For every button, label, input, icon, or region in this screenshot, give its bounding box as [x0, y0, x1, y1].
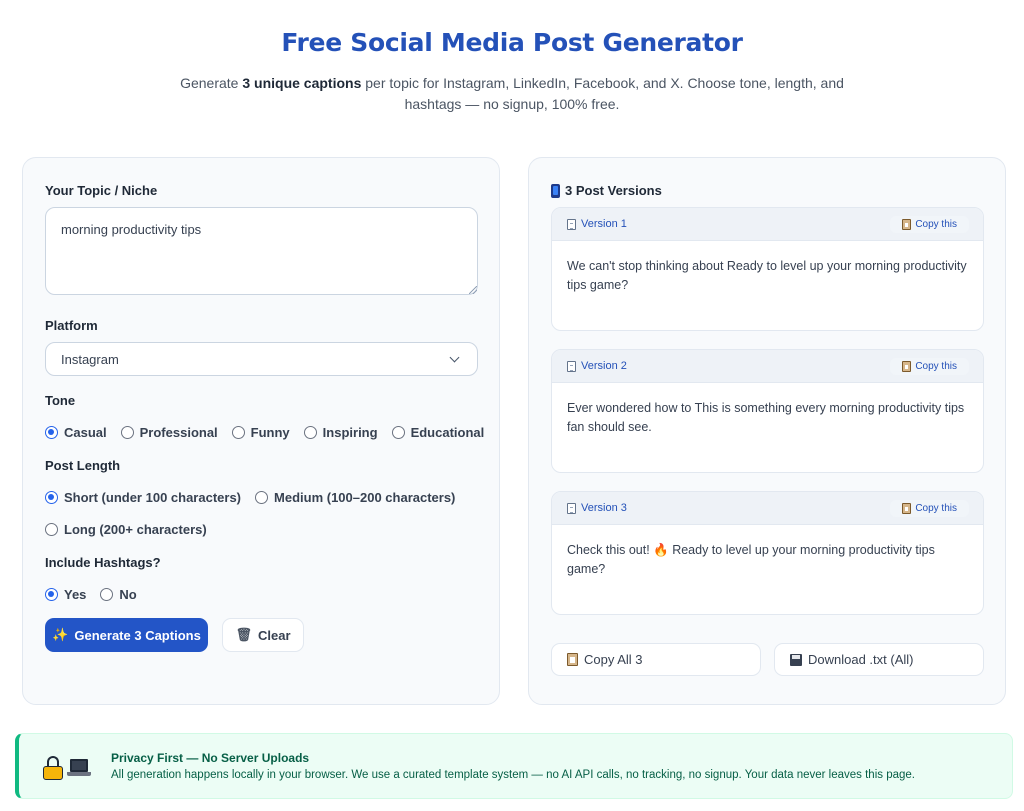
platform-selected-value: Instagram — [61, 351, 119, 367]
length-option-medium[interactable]: Medium (100–200 characters) — [255, 490, 455, 505]
tone-option-label: Inspiring — [322, 425, 378, 440]
download-label: Download .txt (All) — [808, 652, 914, 667]
document-icon — [567, 218, 576, 230]
version-text: Ever wondered how to This is something e… — [567, 401, 965, 434]
generator-form-panel: Your Topic / Niche morning productivity … — [22, 157, 500, 705]
radio-unchecked-icon — [231, 426, 245, 439]
version-card-header: Version 1 Copy this — [552, 208, 983, 241]
radio-unchecked-icon — [303, 426, 317, 439]
radio-checked-icon — [45, 491, 58, 504]
version-text: Check this out! 🔥 Ready to level up your… — [567, 543, 935, 576]
length-radio-group: Short (under 100 characters) Medium (100… — [45, 490, 469, 505]
radio-unchecked-icon — [120, 426, 134, 439]
trash-icon: 🗑 — [235, 627, 252, 642]
tone-option-label: Professional — [139, 425, 218, 440]
version-name-text: Version 1 — [581, 218, 627, 230]
document-icon — [567, 360, 576, 372]
tone-label: Tone — [45, 393, 76, 408]
platform-select[interactable]: Instagram — [45, 342, 478, 376]
sparkles-icon: ✨ — [52, 627, 69, 642]
version-name: Version 2 — [567, 360, 627, 372]
subtitle-pre: Generate — [180, 75, 243, 91]
version-card-3: Version 3 Copy this Check this out! 🔥 Re… — [551, 491, 984, 615]
privacy-title: Privacy First — No Server Uploads — [111, 751, 310, 765]
tone-radio-group: Casual Professional Funny Inspiring Educ… — [45, 425, 498, 440]
hashtags-option-label: Yes — [64, 587, 87, 602]
generate-button-label: Generate 3 Captions — [74, 627, 201, 643]
tone-option-professional[interactable]: Professional — [120, 425, 218, 440]
length-option-label: Long (200+ characters) — [64, 522, 207, 537]
version-name: Version 3 — [567, 502, 627, 514]
copy-button-label: Copy this — [915, 360, 957, 372]
document-icon — [567, 502, 576, 514]
chevron-down-icon — [449, 352, 460, 362]
version-card-2: Version 2 Copy this Ever wondered how to… — [551, 349, 984, 473]
tone-option-funny[interactable]: Funny — [231, 425, 290, 440]
length-option-label: Short (under 100 characters) — [64, 490, 242, 505]
length-label: Post Length — [45, 458, 121, 473]
generate-captions-button[interactable]: ✨ Generate 3 Captions — [45, 618, 208, 652]
subtitle-post: per topic for Instagram, LinkedIn, Faceb… — [361, 75, 844, 112]
hashtags-option-label: No — [119, 587, 137, 602]
page-subtitle: Generate 3 unique captions per topic for… — [170, 73, 854, 115]
copy-version-2-button[interactable]: Copy this — [890, 357, 969, 375]
clear-button[interactable]: 🗑 Clear — [222, 618, 304, 652]
results-title: 3 Post Versions — [551, 183, 662, 198]
version-name-text: Version 2 — [581, 360, 627, 372]
radio-unchecked-icon — [391, 426, 405, 439]
copy-button-label: Copy this — [915, 502, 957, 514]
clipboard-icon — [902, 218, 912, 230]
length-option-short[interactable]: Short (under 100 characters) — [45, 490, 241, 505]
hashtags-label: Include Hashtags? — [45, 555, 161, 570]
tone-option-educational[interactable]: Educational — [391, 425, 485, 440]
privacy-text: All generation happens locally in your b… — [111, 769, 915, 781]
platform-label: Platform — [45, 318, 98, 333]
version-card-header: Version 3 Copy this — [552, 492, 983, 525]
copy-button-label: Copy this — [915, 218, 957, 230]
topic-label: Your Topic / Niche — [45, 183, 158, 198]
clear-button-label: Clear — [257, 627, 291, 643]
hashtags-radio-group: Yes No — [45, 587, 151, 602]
tone-option-casual[interactable]: Casual — [45, 425, 107, 440]
subtitle-bold: 3 unique captions — [242, 75, 362, 91]
privacy-icons — [43, 756, 91, 780]
page-title: Free Social Media Post Generator — [281, 28, 743, 57]
copy-version-3-button[interactable]: Copy this — [890, 499, 969, 517]
hashtags-option-yes[interactable]: Yes — [45, 587, 86, 602]
version-card-header: Version 2 Copy this — [552, 350, 983, 383]
length-option-label: Medium (100–200 characters) — [274, 490, 456, 505]
version-card-1: Version 1 Copy this We can't stop thinki… — [551, 207, 984, 331]
length-option-long[interactable]: Long (200+ characters) — [45, 522, 207, 537]
copy-version-1-button[interactable]: Copy this — [890, 215, 969, 233]
tone-option-inspiring[interactable]: Inspiring — [303, 425, 378, 440]
download-txt-button[interactable]: Download .txt (All) — [774, 643, 984, 676]
version-name-text: Version 3 — [581, 502, 627, 514]
radio-checked-icon — [45, 426, 58, 439]
clipboard-icon — [902, 502, 912, 514]
tone-option-label: Educational — [410, 425, 485, 440]
radio-checked-icon — [45, 588, 58, 601]
version-text: We can't stop thinking about Ready to le… — [567, 259, 967, 292]
resize-grip-icon[interactable] — [469, 286, 477, 294]
radio-unchecked-icon — [45, 523, 58, 536]
radio-unchecked-icon — [100, 588, 114, 601]
copy-all-label: Copy All 3 — [584, 652, 643, 667]
copy-all-button[interactable]: Copy All 3 — [551, 643, 761, 676]
floppy-disk-icon — [790, 653, 802, 666]
tone-option-label: Casual — [64, 425, 107, 440]
clipboard-icon — [902, 360, 912, 372]
phone-icon — [551, 183, 560, 198]
radio-unchecked-icon — [255, 491, 269, 504]
laptop-icon — [67, 759, 91, 777]
tone-option-label: Funny — [250, 425, 290, 440]
length-radio-group-row2: Long (200+ characters) — [45, 522, 221, 537]
version-name: Version 1 — [567, 218, 627, 230]
clipboard-icon — [567, 653, 578, 666]
results-panel: 3 Post Versions Version 1 Copy this We c… — [528, 157, 1006, 705]
privacy-notice: Privacy First — No Server Uploads All ge… — [15, 733, 1013, 799]
topic-input[interactable]: morning productivity tips — [45, 207, 478, 295]
lock-icon — [43, 756, 63, 780]
hashtags-option-no[interactable]: No — [100, 587, 137, 602]
results-title-text: 3 Post Versions — [565, 183, 662, 198]
